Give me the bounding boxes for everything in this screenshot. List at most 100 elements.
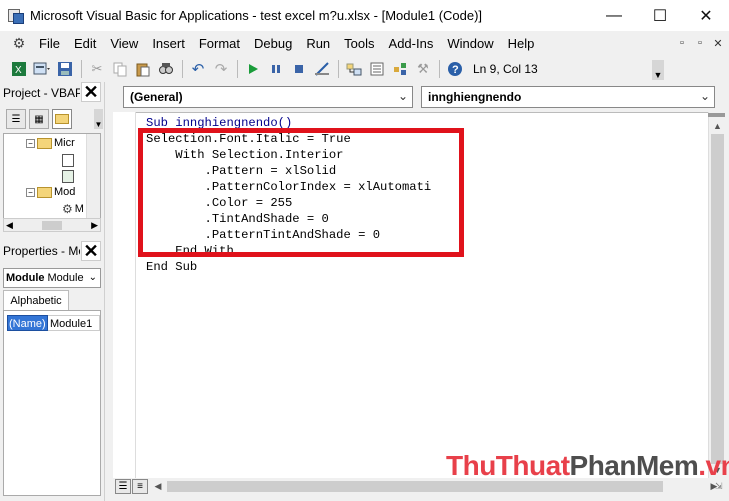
folder-icon [37, 137, 52, 149]
code-line[interactable]: .Pattern = xlSolid [146, 163, 337, 179]
project-pane-header: Project - VBAPr [0, 82, 80, 104]
run-icon[interactable] [242, 58, 264, 80]
view-code-icon[interactable]: ☰ [6, 109, 26, 129]
copy-icon[interactable] [109, 58, 131, 80]
code-line[interactable]: Sub innghiengnendo() [146, 115, 292, 131]
mdi-close-button[interactable]: ✕ [711, 34, 725, 52]
toolbar-options-chevron-icon[interactable]: ▼ [652, 60, 664, 80]
menu-file[interactable]: File [32, 33, 67, 55]
vba-object-icon[interactable]: ⚙ [6, 35, 32, 53]
scroll-thumb[interactable] [167, 481, 663, 492]
code-line[interactable]: End Sub [146, 259, 197, 275]
resize-grip-icon[interactable]: ⇲ [715, 481, 727, 493]
scroll-up-icon[interactable]: ▲ [709, 118, 726, 134]
scroll-thumb[interactable] [711, 134, 724, 464]
code-vscrollbar[interactable]: ▲ ▼ [708, 112, 725, 478]
properties-pane-header: Properties - Mo [0, 240, 80, 262]
chevron-down-icon: ⌄ [88, 272, 97, 283]
code-split-handle[interactable] [708, 113, 725, 117]
design-mode-icon[interactable] [311, 58, 333, 80]
menu-view[interactable]: View [103, 33, 145, 55]
cut-icon[interactable]: ✂ [86, 58, 108, 80]
margin-indicator-bar[interactable] [113, 112, 136, 478]
tree-item-modules[interactable]: − Mod [26, 186, 75, 198]
break-icon[interactable] [265, 58, 287, 80]
project-pane-close-icon[interactable]: ✕ [81, 82, 101, 102]
scroll-right-icon[interactable]: ▶ [91, 220, 98, 231]
tab-alphabetic[interactable]: Alphabetic [3, 290, 69, 310]
code-line[interactable]: Selection.Font.Italic = True [146, 131, 351, 147]
chevron-down-icon: ⌄ [699, 89, 710, 103]
pane-splitter[interactable] [104, 82, 113, 501]
code-window-header: (General) ⌄ innghiengnendo ⌄ [113, 82, 729, 112]
window-title: Microsoft Visual Basic for Applications … [30, 8, 483, 23]
tree-item-label: M [74, 203, 84, 215]
scroll-left-icon[interactable]: ◀ [151, 479, 165, 494]
menu-addins[interactable]: Add-Ins [382, 33, 441, 55]
view-object-icon[interactable]: ▦ [29, 109, 49, 129]
menu-bar: ⚙ File Edit View Insert Format Debug Run… [0, 31, 729, 56]
minimize-button[interactable]: — [591, 0, 637, 31]
property-value[interactable]: Module1 [48, 315, 100, 331]
workbook-icon [62, 170, 74, 183]
code-line[interactable]: .PatternColorIndex = xlAutomati [146, 179, 432, 195]
close-button[interactable]: ✕ [683, 0, 729, 31]
code-line[interactable]: .TintAndShade = 0 [146, 211, 329, 227]
code-line[interactable]: .Color = 255 [146, 195, 293, 211]
menu-tools[interactable]: Tools [337, 33, 381, 55]
collapse-icon[interactable]: − [26, 187, 35, 197]
svg-text:X: X [15, 65, 22, 76]
tree-item-sheet[interactable] [62, 154, 74, 167]
watermark-part2: PhanMem [569, 450, 699, 481]
toggle-folders-icon[interactable] [52, 109, 72, 129]
project-explorer-icon[interactable] [343, 58, 365, 80]
project-tree-vscrollbar[interactable] [86, 134, 100, 218]
menu-help[interactable]: Help [501, 33, 542, 55]
save-icon[interactable] [54, 58, 76, 80]
toolbox-icon[interactable]: ⚒ [412, 58, 434, 80]
reset-icon[interactable] [288, 58, 310, 80]
paste-icon[interactable] [132, 58, 154, 80]
procedure-combo[interactable]: innghiengnendo ⌄ [421, 86, 715, 108]
properties-window-icon[interactable] [366, 58, 388, 80]
redo-icon[interactable]: ↷ [210, 58, 232, 80]
menu-window[interactable]: Window [440, 33, 500, 55]
tree-item-microsoft-excel-objects[interactable]: − Micr [26, 137, 75, 149]
menu-run[interactable]: Run [299, 33, 337, 55]
property-row[interactable]: (Name) Module1 [7, 315, 100, 331]
tree-item-module1[interactable]: ⚙ M [62, 202, 84, 216]
mdi-minimize-button[interactable]: ▫ [675, 34, 689, 52]
code-line[interactable]: End With [146, 243, 234, 259]
properties-pane-close-icon[interactable]: ✕ [81, 241, 101, 261]
tree-item-workbook[interactable] [62, 170, 74, 183]
menu-insert[interactable]: Insert [145, 33, 192, 55]
title-bar: Microsoft Visual Basic for Applications … [0, 0, 729, 31]
scroll-left-icon[interactable]: ◀ [6, 220, 13, 231]
object-combo[interactable]: (General) ⌄ [123, 86, 413, 108]
object-browser-icon[interactable] [389, 58, 411, 80]
project-tree-hscrollbar[interactable]: ◀ ▶ [3, 218, 101, 232]
code-line[interactable]: With Selection.Interior [146, 147, 343, 163]
undo-icon[interactable]: ↶ [187, 58, 209, 80]
full-module-view-icon[interactable]: ≡ [132, 479, 148, 494]
project-tree[interactable]: − Micr − Mod ⚙ M [3, 133, 101, 219]
code-editor[interactable]: Sub innghiengnendo() Selection.Font.Ital… [136, 112, 708, 478]
menu-format[interactable]: Format [192, 33, 247, 55]
menu-debug[interactable]: Debug [247, 33, 299, 55]
sheet-icon [62, 154, 74, 167]
tree-item-label: Micr [54, 137, 75, 149]
help-icon[interactable]: ? [444, 58, 466, 80]
excel-view-icon[interactable]: X [8, 58, 30, 80]
vba-app-icon[interactable] [8, 8, 24, 24]
properties-object-select[interactable]: Module Module ⌄ [3, 268, 101, 288]
mdi-restore-button[interactable]: ▫ [693, 34, 707, 52]
menu-edit[interactable]: Edit [67, 33, 103, 55]
collapse-icon[interactable]: − [26, 138, 35, 148]
scroll-thumb[interactable] [42, 220, 62, 230]
maximize-button[interactable]: ☐ [637, 0, 683, 31]
find-icon[interactable] [155, 58, 177, 80]
code-line[interactable]: .PatternTintAndShade = 0 [146, 227, 381, 243]
procedure-view-icon[interactable]: ☰ [115, 479, 131, 494]
insert-userform-icon[interactable] [31, 58, 53, 80]
project-toolbar-chevron-icon[interactable]: ▼ [94, 109, 103, 129]
